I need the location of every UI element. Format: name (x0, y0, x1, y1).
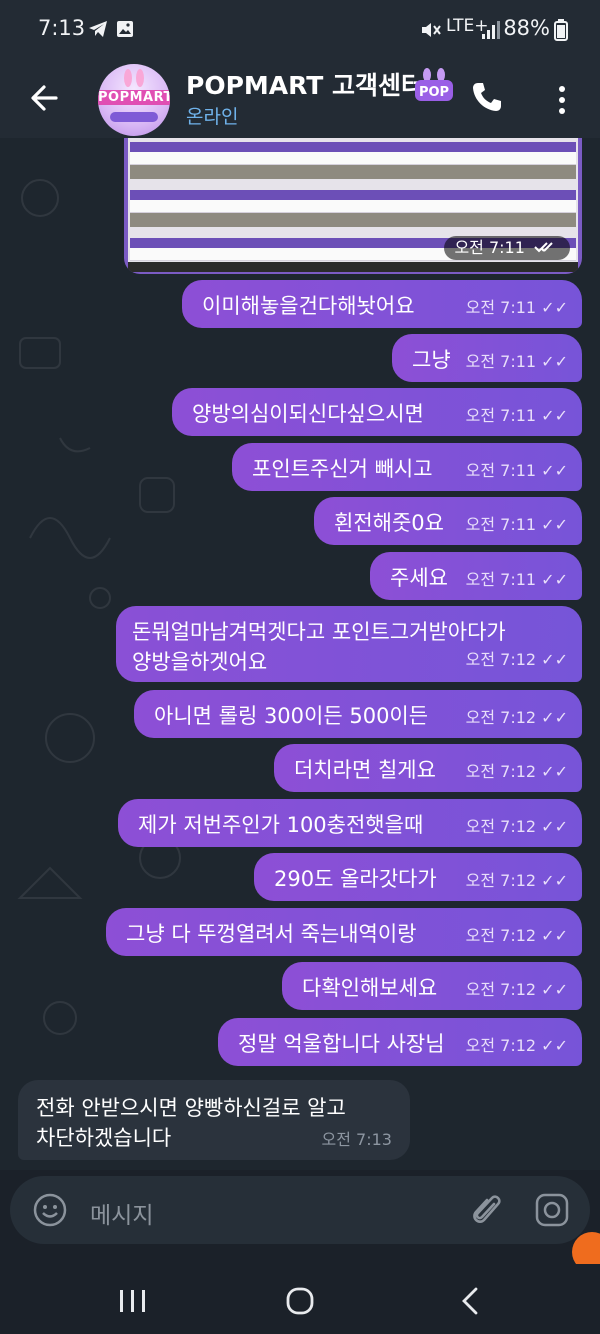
image-message[interactable]: 오전 7:11 (124, 138, 582, 274)
message-time: 오전 7:11 ✓✓ (465, 298, 568, 317)
home-icon[interactable] (285, 1286, 315, 1316)
message-bubble[interactable]: 정말 억울합니다 사장님 오전 7:12 ✓✓ (218, 1018, 582, 1066)
message-text: 양방의심이되신다싶으시면 (192, 402, 424, 426)
message-bubble[interactable]: 제가 저번주인가 100충전햇을때 오전 7:12 ✓✓ (118, 799, 582, 847)
attach-icon[interactable] (468, 1190, 504, 1230)
message-time: 오전 7:12 ✓✓ (465, 650, 568, 669)
pop-badge-icon: POP (415, 68, 453, 101)
message-bubble[interactable]: 주세요 오전 7:11 ✓✓ (370, 552, 582, 600)
message-bubble[interactable]: 그냥 다 뚜껑열려서 죽는내역이랑 오전 7:12 ✓✓ (106, 908, 582, 956)
badge-text: POP (419, 85, 449, 100)
message-time: 오전 7:12 ✓✓ (465, 871, 568, 890)
message-text: 횐전해줏0요 (334, 511, 444, 535)
chat-area[interactable]: 오전 7:11 이미해놓을건다해놧어요 오전 7:11 ✓✓ 그냥 오전 7:1… (0, 138, 600, 1170)
message-text: 그냥 다 뚜껑열려서 죽는내역이랑 (126, 922, 417, 946)
message-text: 이미해놓을건다해놧어요 (202, 294, 415, 318)
message-text: 돈뭐얼마남겨먹겟다고 포인트그거받아다가 (132, 620, 506, 644)
emoji-icon[interactable] (32, 1192, 68, 1228)
message-time: 오전 7:12 ✓✓ (465, 926, 568, 945)
phone-icon[interactable] (470, 80, 504, 114)
battery-icon (554, 19, 568, 41)
message-bubble[interactable]: 그냥 오전 7:11 ✓✓ (392, 334, 582, 382)
system-nav-bar (0, 1264, 600, 1334)
message-bubble[interactable]: 290도 올라갓다가 오전 7:12 ✓✓ (254, 853, 582, 901)
message-time: 오전 7:13 (321, 1130, 392, 1149)
image-row (130, 142, 576, 179)
message-time: 오전 7:11 ✓✓ (465, 352, 568, 371)
message-text: 차단하겠습니다 (36, 1126, 172, 1150)
message-time: 오전 7:12 ✓✓ (465, 708, 568, 727)
chat-header: POPMART POPMART 고객센터 POP 온라인 (0, 60, 600, 138)
message-time: 오전 7:11 (444, 236, 570, 260)
message-time: 오전 7:12 ✓✓ (465, 980, 568, 999)
message-text: 그냥 (412, 348, 451, 372)
avatar-logo-text: POPMART (98, 90, 170, 105)
message-bubble[interactable]: 포인트주신거 빼시고 오전 7:11 ✓✓ (232, 443, 582, 491)
double-check-icon (534, 242, 553, 253)
message-bubble[interactable]: 돈뭐얼마남겨먹겟다고 포인트그거받아다가 양방을하겟어요 오전 7:12 ✓✓ (116, 606, 582, 682)
back-arrow-icon[interactable] (26, 78, 66, 118)
message-text: 아니면 롤링 300이든 500이든 (154, 704, 429, 728)
message-time: 오전 7:11 ✓✓ (465, 570, 568, 589)
nav-back-icon[interactable] (458, 1286, 482, 1316)
avatar[interactable]: POPMART (98, 64, 170, 136)
incoming-message-bubble[interactable]: 전화 안받으시면 양빵하신걸로 알고 차단하겠습니다 오전 7:13 (18, 1080, 410, 1160)
online-status: 온라인 (186, 106, 239, 128)
message-time: 오전 7:11 ✓✓ (465, 461, 568, 480)
bunny-ears-icon (124, 69, 144, 87)
chat-title[interactable]: POPMART 고객센터 (186, 66, 418, 102)
image-row (130, 190, 576, 227)
battery-percent: 88% (503, 16, 550, 40)
message-text: 양방을하겟어요 (132, 650, 268, 674)
message-input-bar[interactable]: 메시지 (10, 1176, 590, 1244)
status-time: 7:13 (38, 16, 86, 40)
mute-icon (422, 23, 441, 37)
message-input[interactable]: 메시지 (90, 1196, 153, 1230)
message-bubble[interactable]: 이미해놓을건다해놧어요 오전 7:11 ✓✓ (182, 280, 582, 328)
message-text: 정말 억울합니다 사장님 (238, 1032, 445, 1056)
message-text: 전화 안받으시면 양빵하신걸로 알고 (36, 1096, 346, 1120)
message-time: 오전 7:12 ✓✓ (465, 1036, 568, 1055)
message-text: 290도 올라갓다가 (274, 867, 437, 891)
message-text: 더치라면 칠게요 (294, 758, 436, 782)
message-bubble[interactable]: 더치라면 칠게요 오전 7:12 ✓✓ (274, 744, 582, 792)
message-time: 오전 7:11 ✓✓ (465, 515, 568, 534)
more-options-icon[interactable] (550, 82, 574, 118)
message-text: 다확인해보세요 (302, 976, 438, 1000)
avatar-sub-logo (110, 112, 158, 122)
message-time: 오전 7:12 ✓✓ (465, 817, 568, 836)
message-text: 제가 저번주인가 100충전햇을때 (138, 813, 424, 837)
image-taskbar (128, 262, 578, 272)
message-time: 오전 7:11 ✓✓ (465, 406, 568, 425)
message-bubble[interactable]: 양방의심이되신다싶으시면 오전 7:11 ✓✓ (172, 388, 582, 436)
message-text: 포인트주신거 빼시고 (252, 457, 433, 481)
message-bubble[interactable]: 다확인해보세요 오전 7:12 ✓✓ (282, 962, 582, 1010)
signal-icon (482, 21, 500, 39)
message-bubble[interactable]: 아니면 롤링 300이든 500이든 오전 7:12 ✓✓ (134, 690, 582, 738)
status-bar: 7:13 LTE+ 88% (0, 0, 600, 60)
message-text: 주세요 (390, 566, 448, 590)
gallery-icon (117, 21, 133, 37)
telegram-icon (89, 21, 107, 37)
recent-apps-icon[interactable] (116, 1288, 150, 1314)
message-time: 오전 7:12 ✓✓ (465, 762, 568, 781)
message-bubble[interactable]: 횐전해줏0요 오전 7:11 ✓✓ (314, 497, 582, 545)
camera-icon[interactable] (534, 1192, 570, 1228)
